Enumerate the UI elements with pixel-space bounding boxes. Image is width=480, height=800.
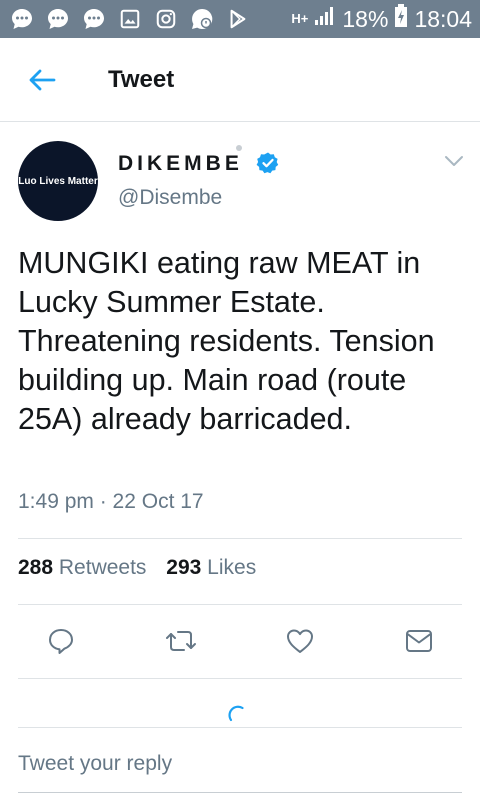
- divider: [18, 604, 462, 605]
- status-bar-right: H+ 18% 18:04: [291, 0, 472, 38]
- network-type: H+: [291, 11, 309, 26]
- app-bar: Tweet: [0, 38, 480, 122]
- back-arrow-icon[interactable]: [26, 64, 58, 96]
- tweet-stats: 288 Retweets 293 Likes: [18, 556, 270, 580]
- image-icon: [118, 7, 142, 31]
- battery-charging-icon: [394, 4, 408, 34]
- likes-count: 293: [166, 556, 202, 579]
- instagram-icon: [154, 7, 178, 31]
- heart-icon[interactable]: [283, 624, 317, 658]
- chevron-down-icon[interactable]: [443, 153, 465, 169]
- chat-bubble-icon: [10, 7, 34, 31]
- page-title: Tweet: [108, 66, 175, 93]
- divider: [18, 727, 462, 728]
- display-name[interactable]: DIKEMBE: [118, 152, 243, 176]
- indicator-dot: [236, 145, 242, 151]
- whatsapp-icon: [190, 7, 214, 31]
- reply-input[interactable]: Tweet your reply: [18, 752, 172, 776]
- handle[interactable]: @Disembe: [118, 186, 222, 210]
- retweets-label: Retweets: [58, 556, 147, 579]
- retweet-icon[interactable]: [164, 624, 198, 658]
- avatar-text: Luo Lives Matter: [18, 175, 98, 187]
- avatar[interactable]: Luo Lives Matter: [18, 141, 98, 221]
- divider: [18, 538, 462, 539]
- likes-stat[interactable]: 293 Likes: [166, 556, 256, 579]
- signal-icon: [314, 5, 336, 33]
- clock: 18:04: [414, 5, 472, 32]
- message-icon[interactable]: [402, 624, 436, 658]
- chat-bubble-icon: [82, 7, 106, 31]
- loading-spinner-icon: [225, 702, 249, 726]
- status-bar: H+ 18% 18:04: [0, 0, 480, 38]
- battery-percent: 18%: [342, 5, 389, 32]
- play-store-icon: [226, 7, 250, 31]
- divider: [18, 678, 462, 679]
- retweets-count: 288: [18, 556, 54, 579]
- chat-bubble-icon: [46, 7, 70, 31]
- tweet-timestamp: 1:49 pm · 22 Oct 17: [18, 490, 204, 513]
- tweet-text: MUNGIKI eating raw MEAT in Lucky Summer …: [18, 246, 435, 436]
- reply-icon[interactable]: [44, 624, 78, 658]
- reply-input-underline: [18, 792, 462, 793]
- verified-badge-icon: [256, 151, 280, 175]
- retweets-stat[interactable]: 288 Retweets: [18, 556, 146, 579]
- likes-label: Likes: [207, 556, 257, 579]
